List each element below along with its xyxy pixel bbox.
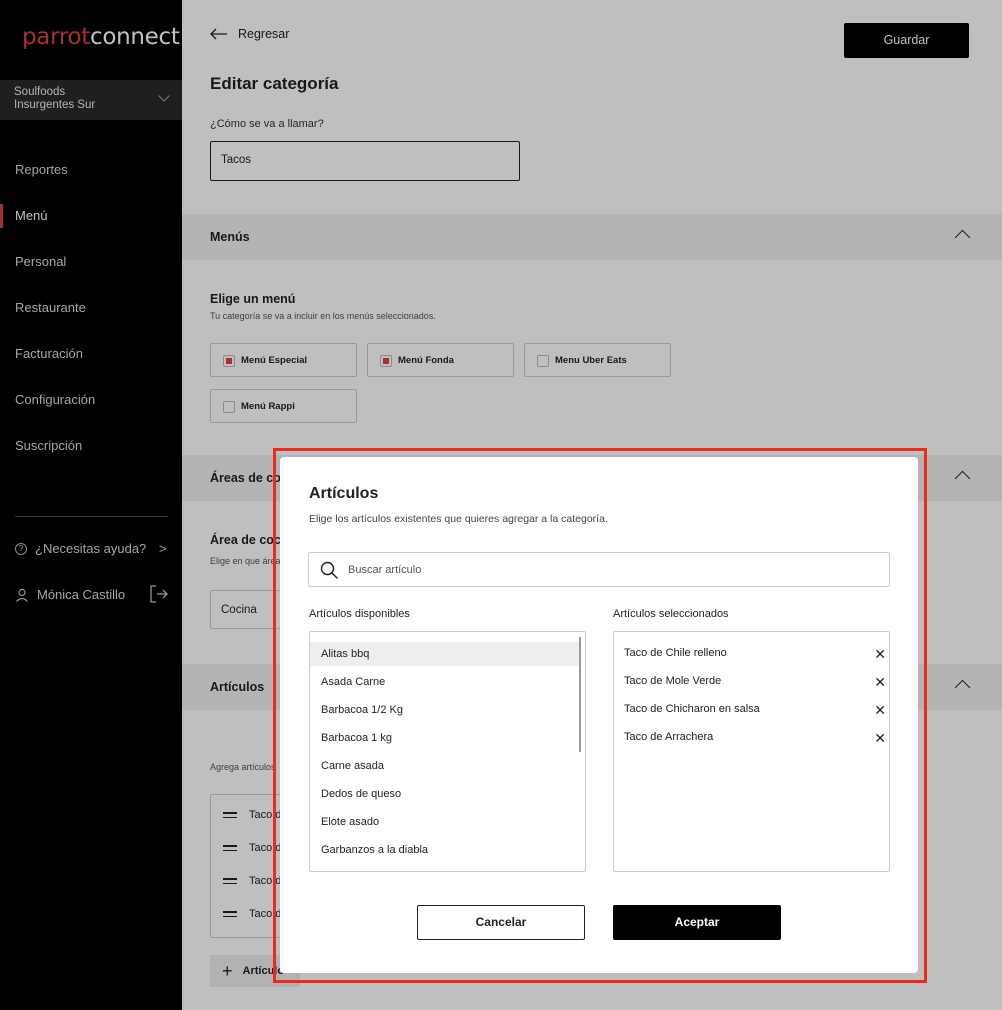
selected-item: Taco de Chicharon en salsa ✕ [624,702,886,718]
available-item[interactable]: Garbanzos a la diabla [310,838,580,862]
available-label: Artículos disponibles [309,608,410,620]
available-item[interactable]: Barbacoa 1/2 Kg [310,698,580,722]
available-item[interactable]: Elote asado [310,810,580,834]
available-item[interactable]: Asada Carne [310,670,580,694]
available-list[interactable]: Alitas bbq Asada Carne Barbacoa 1/2 Kg B… [309,631,586,872]
modal-title: Artículos [309,485,379,502]
selected-item-label: Taco de Arrachera [624,731,714,743]
selected-item-label: Taco de Mole Verde [624,675,722,687]
accept-button[interactable]: Aceptar [613,905,781,940]
search-icon [320,561,338,579]
selected-item: Taco de Chile relleno ✕ [624,646,886,662]
scrollbar-thumb[interactable] [579,637,581,752]
search-input[interactable]: Buscar artículo [308,552,890,587]
close-icon[interactable]: ✕ [874,674,886,691]
close-icon[interactable]: ✕ [874,702,886,719]
selected-item: Taco de Arrachera ✕ [624,730,886,746]
selected-label: Artículos seleccionados [613,608,729,620]
close-icon[interactable]: ✕ [874,646,886,663]
search-placeholder: Buscar artículo [348,564,422,576]
selected-item-label: Taco de Chicharon en salsa [624,703,760,715]
available-item[interactable]: Dedos de queso [310,782,580,806]
selected-item-label: Taco de Chile relleno [624,647,727,659]
available-item[interactable]: Alitas bbq [310,642,580,666]
articles-modal: Artículos Elige los artículos existentes… [280,457,918,973]
modal-subtitle: Elige los artículos existentes que quier… [309,513,608,525]
cancel-button[interactable]: Cancelar [417,905,585,940]
close-icon[interactable]: ✕ [874,730,886,747]
selected-list: Taco de Chile relleno ✕ Taco de Mole Verd… [613,631,890,872]
available-item[interactable]: Barbacoa 1 kg [310,726,580,750]
selected-item: Taco de Mole Verde ✕ [624,674,886,690]
available-item[interactable]: Carne asada [310,754,580,778]
